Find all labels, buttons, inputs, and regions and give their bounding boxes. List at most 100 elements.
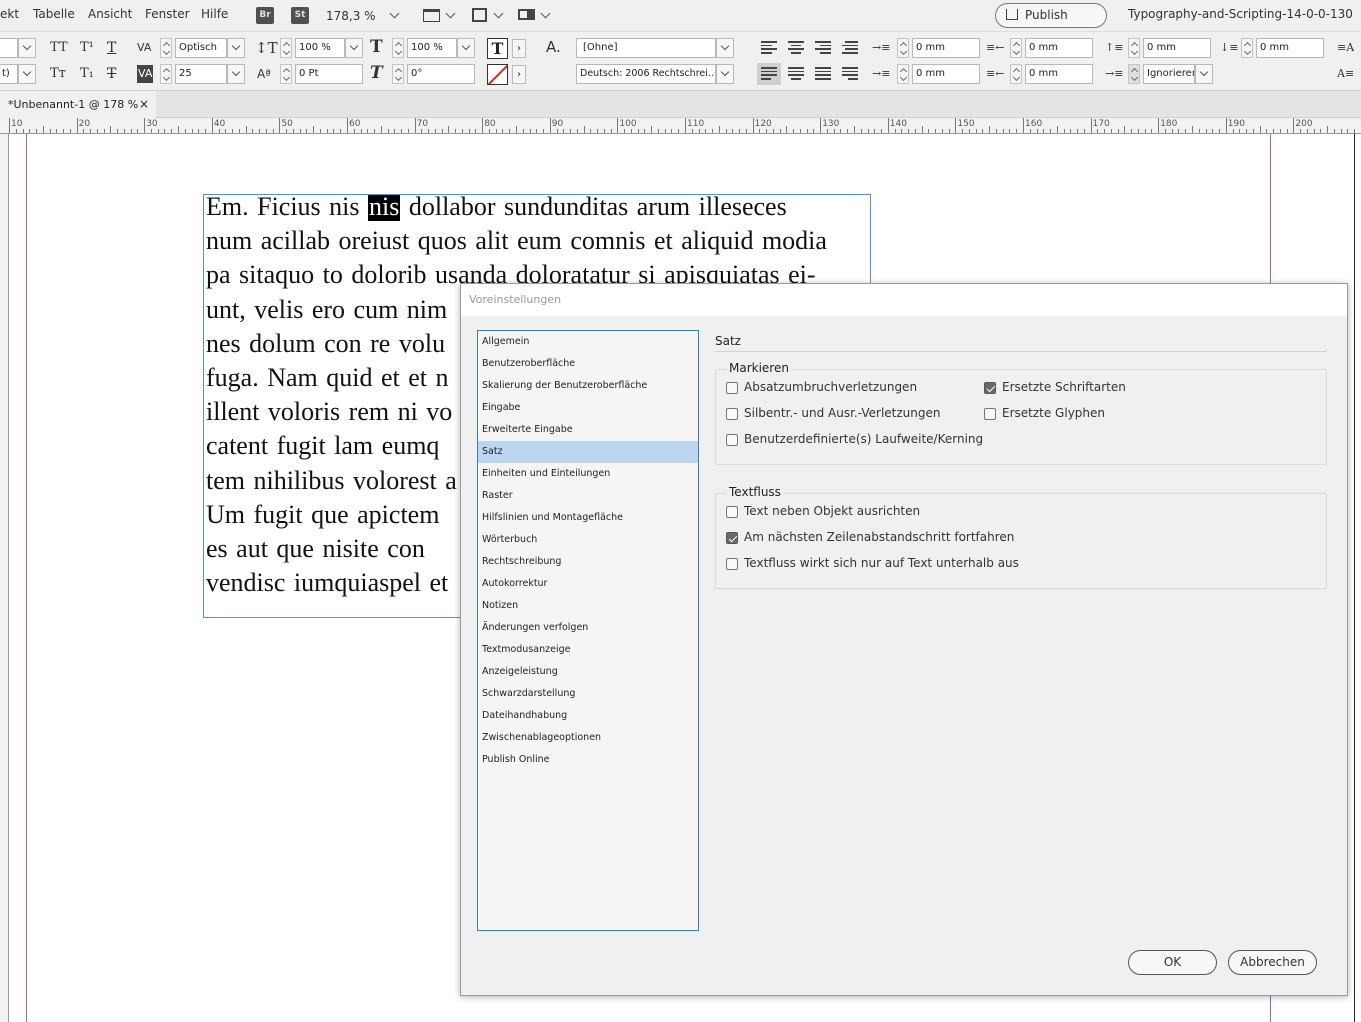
nav-item[interactable]: Zwischenablageoptionen — [478, 727, 698, 749]
dialog-titlebar[interactable] — [461, 284, 1347, 316]
first-line-indent-stepper[interactable] — [897, 64, 909, 84]
superscript-icon[interactable]: T¹ — [80, 39, 94, 57]
menu-hilfe[interactable]: Hilfe — [201, 7, 228, 21]
vertical-ruler[interactable] — [0, 134, 9, 1022]
nav-item[interactable]: Einheiten und Einteilungen — [478, 463, 698, 485]
underline-icon[interactable]: T — [107, 39, 116, 57]
align-right-icon[interactable] — [815, 41, 831, 55]
checkbox-label[interactable]: Am nächsten Zeilenabstandschritt fortfah… — [744, 530, 1014, 544]
stroke-color-icon[interactable] — [487, 64, 508, 85]
nav-item[interactable]: Änderungen verfolgen — [478, 617, 698, 639]
tracking-dropdown[interactable] — [227, 64, 245, 84]
ok-button[interactable]: OK — [1128, 950, 1217, 975]
tracking-stepper[interactable] — [160, 64, 172, 84]
strikethrough-icon[interactable]: T — [107, 65, 116, 83]
nav-item[interactable]: Publish Online — [478, 749, 698, 771]
vertical-scale-stepper[interactable] — [280, 38, 292, 58]
nav-item[interactable]: Textmodusanzeige — [478, 639, 698, 661]
publish-online-button[interactable]: Publish Online — [995, 3, 1107, 45]
character-style-dropdown[interactable] — [716, 38, 734, 58]
horizontal-scale-dropdown[interactable] — [457, 38, 475, 58]
skew-stepper[interactable] — [392, 64, 404, 84]
checkbox[interactable] — [984, 408, 996, 420]
align-left-icon[interactable] — [761, 41, 777, 55]
subscript-icon[interactable]: T₁ — [80, 65, 94, 83]
fill-color-icon[interactable]: T — [487, 38, 508, 59]
tab-unbenannt-1[interactable]: *Unbenannt-1 @ 178 % × — [0, 91, 156, 118]
space-after-field[interactable]: 0 mm — [1256, 38, 1324, 58]
align-center-icon[interactable] — [788, 41, 804, 55]
menu-ansicht[interactable]: Ansicht — [88, 7, 132, 21]
small-caps-icon[interactable]: Tт — [50, 65, 66, 83]
zoom-dropdown-icon[interactable] — [389, 8, 400, 19]
right-indent-stepper[interactable] — [1010, 38, 1022, 58]
tracking-field[interactable]: 25 — [175, 64, 227, 84]
font-style-field-cut[interactable] — [0, 38, 18, 58]
close-tab-icon[interactable]: × — [139, 91, 149, 118]
fill-swatch-arrow[interactable]: › — [512, 39, 526, 58]
horizontal-ruler[interactable]: 10 20 30 40 50 60 70 80 90 100 110 120 130 140 150 160 1… — [0, 118, 1361, 134]
kerning-dropdown[interactable] — [227, 38, 245, 58]
kerning-field[interactable]: Optisch — [175, 38, 227, 58]
nav-item[interactable]: Hilfslinien und Montagefläche — [478, 507, 698, 529]
font-style-dropdown[interactable] — [18, 38, 36, 58]
space-before-stepper[interactable] — [1128, 38, 1140, 58]
checkbox[interactable] — [726, 434, 738, 446]
checkbox-label[interactable]: Silbentr.- und Ausr.-Verletzungen — [744, 406, 941, 420]
justify-center-icon[interactable] — [788, 67, 804, 81]
screen-mode-dropdown-icon[interactable] — [445, 8, 456, 19]
nav-item[interactable]: Satz — [478, 441, 698, 463]
language-dropdown[interactable] — [716, 64, 734, 84]
font-size-dropdown[interactable] — [18, 64, 36, 84]
checkbox[interactable] — [726, 532, 738, 544]
last-line-indent-stepper[interactable] — [1010, 64, 1022, 84]
menu-objekt[interactable]: ekt — [0, 7, 19, 21]
nav-item[interactable]: Rechtschreibung — [478, 551, 698, 573]
preferences-nav-list[interactable]: Allgemein Benutzeroberfläche Skalierung de… — [477, 330, 699, 931]
cancel-button[interactable]: Abbrechen — [1228, 950, 1317, 975]
nav-item[interactable]: Autokorrektur — [478, 573, 698, 595]
zoom-level[interactable]: 178,3 % — [326, 9, 376, 23]
menu-fenster[interactable]: Fenster — [145, 7, 190, 21]
checkbox-label[interactable]: Absatzumbruchverletzungen — [744, 380, 917, 394]
first-line-indent-field[interactable]: 0 mm — [912, 64, 980, 84]
checkbox[interactable] — [726, 506, 738, 518]
vertical-scale-dropdown[interactable] — [345, 38, 363, 58]
checkbox-label[interactable]: Benutzerdefinierte(s) Laufweite/Kerning — [744, 432, 983, 446]
justify-all-icon[interactable] — [815, 67, 831, 81]
arrange-dropdown-icon[interactable] — [540, 8, 551, 19]
nav-item[interactable]: Benutzeroberfläche — [478, 353, 698, 375]
skew-field[interactable]: 0° — [407, 64, 475, 84]
nav-item[interactable]: Allgemein — [478, 331, 698, 353]
nav-item[interactable]: Dateihandhabung — [478, 705, 698, 727]
view-options-icon[interactable] — [472, 8, 487, 22]
checkbox[interactable] — [726, 408, 738, 420]
all-caps-icon[interactable]: TT — [50, 39, 68, 57]
nav-item[interactable]: Erweiterte Eingabe — [478, 419, 698, 441]
checkbox-label[interactable]: Ersetzte Schriftarten — [1002, 380, 1126, 394]
menu-tabelle[interactable]: Tabelle — [33, 7, 75, 21]
stroke-swatch-arrow[interactable]: › — [512, 65, 526, 84]
horizontal-scale-field[interactable]: 100 % — [407, 38, 457, 58]
left-indent-stepper[interactable] — [897, 38, 909, 58]
vertical-scale-field[interactable]: 100 % — [295, 38, 345, 58]
space-after-stepper[interactable] — [1241, 38, 1253, 58]
nav-item[interactable]: Wörterbuch — [478, 529, 698, 551]
nav-item[interactable]: Raster — [478, 485, 698, 507]
language-field[interactable]: Deutsch: 2006 Rechtschrei... — [576, 64, 716, 84]
checkbox[interactable] — [726, 382, 738, 394]
left-indent-field[interactable]: 0 mm — [912, 38, 980, 58]
grid-align-field[interactable]: Ignorieren — [1143, 64, 1195, 84]
horizontal-scale-stepper[interactable] — [392, 38, 404, 58]
justify-right-icon[interactable] — [842, 67, 858, 81]
checkbox-label[interactable]: Ersetzte Glyphen — [1002, 406, 1105, 420]
baseline-shift-stepper[interactable] — [280, 64, 292, 84]
nav-item[interactable]: Anzeigeleistung — [478, 661, 698, 683]
character-style-field[interactable]: [Ohne] — [576, 38, 716, 58]
bridge-icon[interactable]: Br — [256, 7, 274, 24]
arrange-documents-icon[interactable] — [518, 9, 535, 20]
font-size-field-cut[interactable]: t) — [0, 64, 18, 84]
grid-align-stepper[interactable] — [1128, 64, 1140, 84]
view-options-dropdown-icon[interactable] — [493, 8, 504, 19]
justify-left-icon[interactable] — [761, 67, 777, 81]
